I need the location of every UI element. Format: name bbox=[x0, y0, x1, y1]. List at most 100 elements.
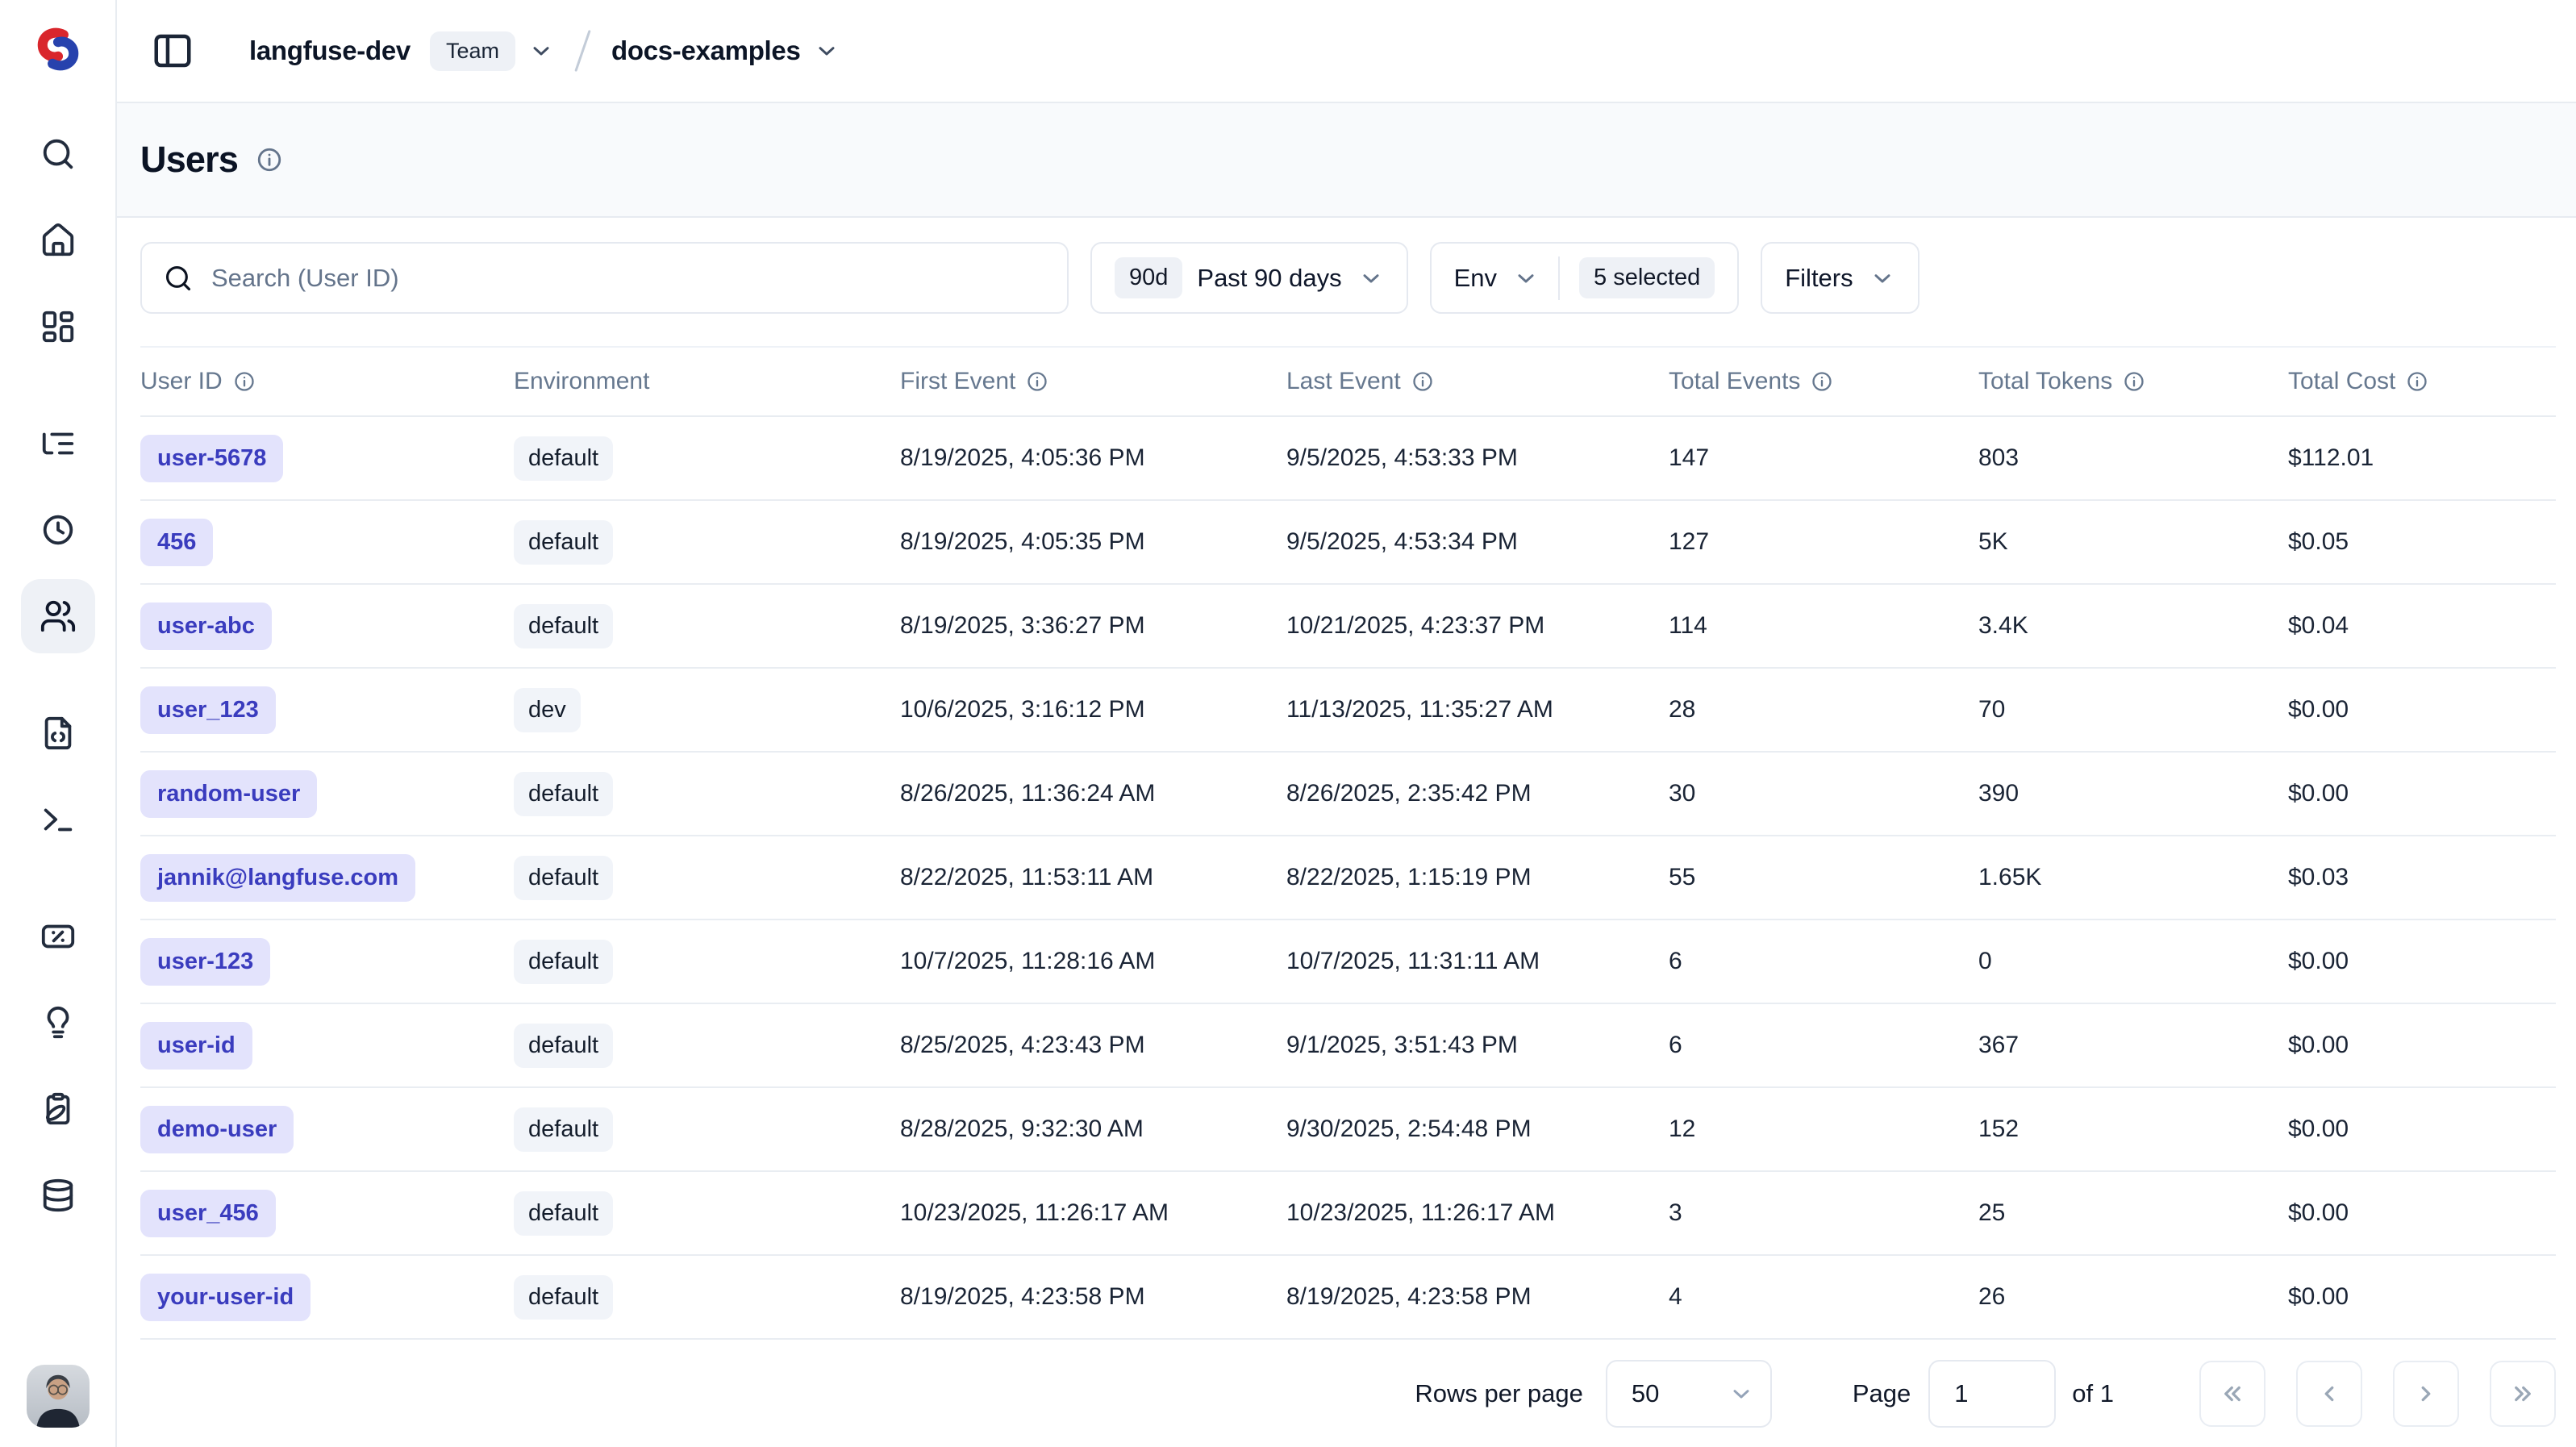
sidebar-item-evaluators[interactable] bbox=[21, 986, 95, 1060]
last-event-cell: 9/5/2025, 4:53:33 PM bbox=[1286, 444, 1669, 472]
sidebar-item-annotation[interactable] bbox=[21, 1072, 95, 1146]
page-label: Page bbox=[1853, 1379, 1911, 1408]
sidebar-item-users[interactable] bbox=[21, 579, 95, 653]
table-row: your-user-iddefault8/19/2025, 4:23:58 PM… bbox=[140, 1256, 2556, 1340]
table-row: user-abcdefault8/19/2025, 3:36:27 PM10/2… bbox=[140, 585, 2556, 669]
total-cost-cell: $0.00 bbox=[2288, 948, 2556, 975]
chevron-down-icon bbox=[814, 38, 840, 64]
table-body: user-5678default8/19/2025, 4:05:36 PM9/5… bbox=[140, 417, 2556, 1340]
environment-badge-cell: default bbox=[514, 436, 900, 481]
chevrons-right-icon bbox=[2508, 1379, 2537, 1408]
sidebar-item-playground[interactable] bbox=[21, 782, 95, 857]
first-event-cell: 10/6/2025, 3:16:12 PM bbox=[900, 696, 1286, 724]
user-id-badge-cell: demo-user bbox=[140, 1106, 514, 1153]
user-id-badge[interactable]: user_123 bbox=[140, 686, 276, 734]
table-row: jannik@langfuse.comdefault8/22/2025, 11:… bbox=[140, 836, 2556, 920]
info-icon[interactable] bbox=[1411, 370, 1434, 393]
last-event-cell: 10/23/2025, 11:26:17 AM bbox=[1286, 1199, 1669, 1227]
user-id-badge[interactable]: your-user-id bbox=[140, 1274, 311, 1321]
info-icon[interactable] bbox=[2123, 370, 2145, 393]
last-page-button[interactable] bbox=[2490, 1361, 2556, 1427]
info-icon[interactable] bbox=[1811, 370, 1833, 393]
user-id-badge[interactable]: user-id bbox=[140, 1022, 252, 1070]
sidebar-item-traces[interactable] bbox=[21, 407, 95, 481]
column-header-label: User ID bbox=[140, 368, 223, 395]
user-id-badge[interactable]: user-123 bbox=[140, 938, 270, 986]
total-events-cell: 28 bbox=[1669, 696, 1978, 724]
next-page-button[interactable] bbox=[2393, 1361, 2459, 1427]
environment-badge: default bbox=[514, 772, 613, 816]
user-id-badge-cell: user-123 bbox=[140, 938, 514, 986]
previous-page-button[interactable] bbox=[2296, 1361, 2362, 1427]
total-tokens-cell: 26 bbox=[1978, 1283, 2288, 1311]
date-range-button[interactable]: 90d Past 90 days bbox=[1090, 242, 1408, 314]
page-number-input[interactable] bbox=[1928, 1360, 2056, 1428]
user-id-badge[interactable]: user-abc bbox=[140, 603, 272, 650]
environment-badge: default bbox=[514, 1275, 613, 1320]
lightbulb-icon bbox=[40, 1004, 77, 1041]
user-id-badge[interactable]: user-5678 bbox=[140, 435, 283, 482]
table-row: random-userdefault8/26/2025, 11:36:24 AM… bbox=[140, 753, 2556, 836]
info-icon[interactable] bbox=[1026, 370, 1048, 393]
environment-badge-cell: default bbox=[514, 940, 900, 984]
column-header: Last Event bbox=[1286, 368, 1669, 395]
user-avatar[interactable] bbox=[27, 1365, 90, 1428]
file-code-icon bbox=[40, 715, 77, 752]
sidebar-item-home[interactable] bbox=[21, 203, 95, 277]
chevron-left-icon bbox=[2315, 1379, 2344, 1408]
info-icon[interactable] bbox=[256, 146, 283, 173]
total-cost-cell: $0.00 bbox=[2288, 1283, 2556, 1311]
first-event-cell: 8/25/2025, 4:23:43 PM bbox=[900, 1032, 1286, 1059]
total-tokens-cell: 1.65K bbox=[1978, 864, 2288, 891]
total-events-cell: 30 bbox=[1669, 780, 1978, 807]
column-header: Total Cost bbox=[2288, 368, 2556, 395]
user-id-badge[interactable]: demo-user bbox=[140, 1106, 294, 1153]
total-tokens-cell: 390 bbox=[1978, 780, 2288, 807]
total-events-cell: 6 bbox=[1669, 1032, 1978, 1059]
user-id-badge[interactable]: jannik@langfuse.com bbox=[140, 854, 415, 902]
user-id-badge[interactable]: random-user bbox=[140, 770, 317, 818]
total-cost-cell: $0.00 bbox=[2288, 696, 2556, 724]
filters-button[interactable]: Filters bbox=[1761, 242, 1919, 314]
user-id-badge[interactable]: user_456 bbox=[140, 1190, 276, 1237]
table-row: user-123default10/7/2025, 11:28:16 AM10/… bbox=[140, 920, 2556, 1004]
sidebar-item-sessions[interactable] bbox=[21, 493, 95, 567]
total-tokens-cell: 0 bbox=[1978, 948, 2288, 975]
total-cost-cell: $0.00 bbox=[2288, 1199, 2556, 1227]
search-input[interactable] bbox=[211, 264, 1046, 293]
last-event-cell: 9/30/2025, 2:54:48 PM bbox=[1286, 1115, 1669, 1143]
sidebar-item-scores[interactable] bbox=[21, 899, 95, 974]
environment-badge: default bbox=[514, 604, 613, 648]
total-events-cell: 127 bbox=[1669, 528, 1978, 556]
chevron-down-icon bbox=[1513, 265, 1539, 291]
environment-filter-button[interactable]: Env 5 selected bbox=[1430, 242, 1740, 314]
sidebar-item-prompts[interactable] bbox=[21, 696, 95, 770]
column-header: User ID bbox=[140, 368, 514, 395]
top-navigation: langfuse-dev Team docs-examples bbox=[117, 0, 2576, 103]
user-id-badge-cell: user_123 bbox=[140, 686, 514, 734]
app-window: langfuse-dev Team docs-examples Users bbox=[0, 0, 2576, 1447]
total-events-cell: 12 bbox=[1669, 1115, 1978, 1143]
page-header: Users bbox=[117, 103, 2576, 218]
sidebar-toggle-button[interactable] bbox=[149, 27, 196, 74]
sidebar-item-datasets[interactable] bbox=[21, 1158, 95, 1232]
table-row: user-iddefault8/25/2025, 4:23:43 PM9/1/2… bbox=[140, 1004, 2556, 1088]
project-selector[interactable]: docs-examples bbox=[611, 35, 840, 66]
info-icon[interactable] bbox=[2406, 370, 2428, 393]
last-event-cell: 9/1/2025, 3:51:43 PM bbox=[1286, 1032, 1669, 1059]
org-selector[interactable]: langfuse-dev Team bbox=[196, 31, 554, 71]
total-cost-cell: $0.03 bbox=[2288, 864, 2556, 891]
table-header-row: User IDEnvironmentFirst EventLast EventT… bbox=[140, 346, 2556, 417]
dashboard-grid-icon bbox=[40, 308, 77, 345]
column-header-label: Total Cost bbox=[2288, 368, 2395, 395]
sidebar-item-search[interactable] bbox=[21, 117, 95, 191]
rows-per-page-select[interactable]: 50 bbox=[1606, 1360, 1772, 1428]
info-icon[interactable] bbox=[233, 370, 256, 393]
first-page-button[interactable] bbox=[2199, 1361, 2265, 1427]
total-events-cell: 114 bbox=[1669, 612, 1978, 640]
sidebar-item-dashboards[interactable] bbox=[21, 290, 95, 364]
first-event-cell: 10/7/2025, 11:28:16 AM bbox=[900, 948, 1286, 975]
panel-left-icon bbox=[151, 29, 194, 73]
user-id-badge[interactable]: 456 bbox=[140, 519, 213, 566]
total-events-cell: 55 bbox=[1669, 864, 1978, 891]
